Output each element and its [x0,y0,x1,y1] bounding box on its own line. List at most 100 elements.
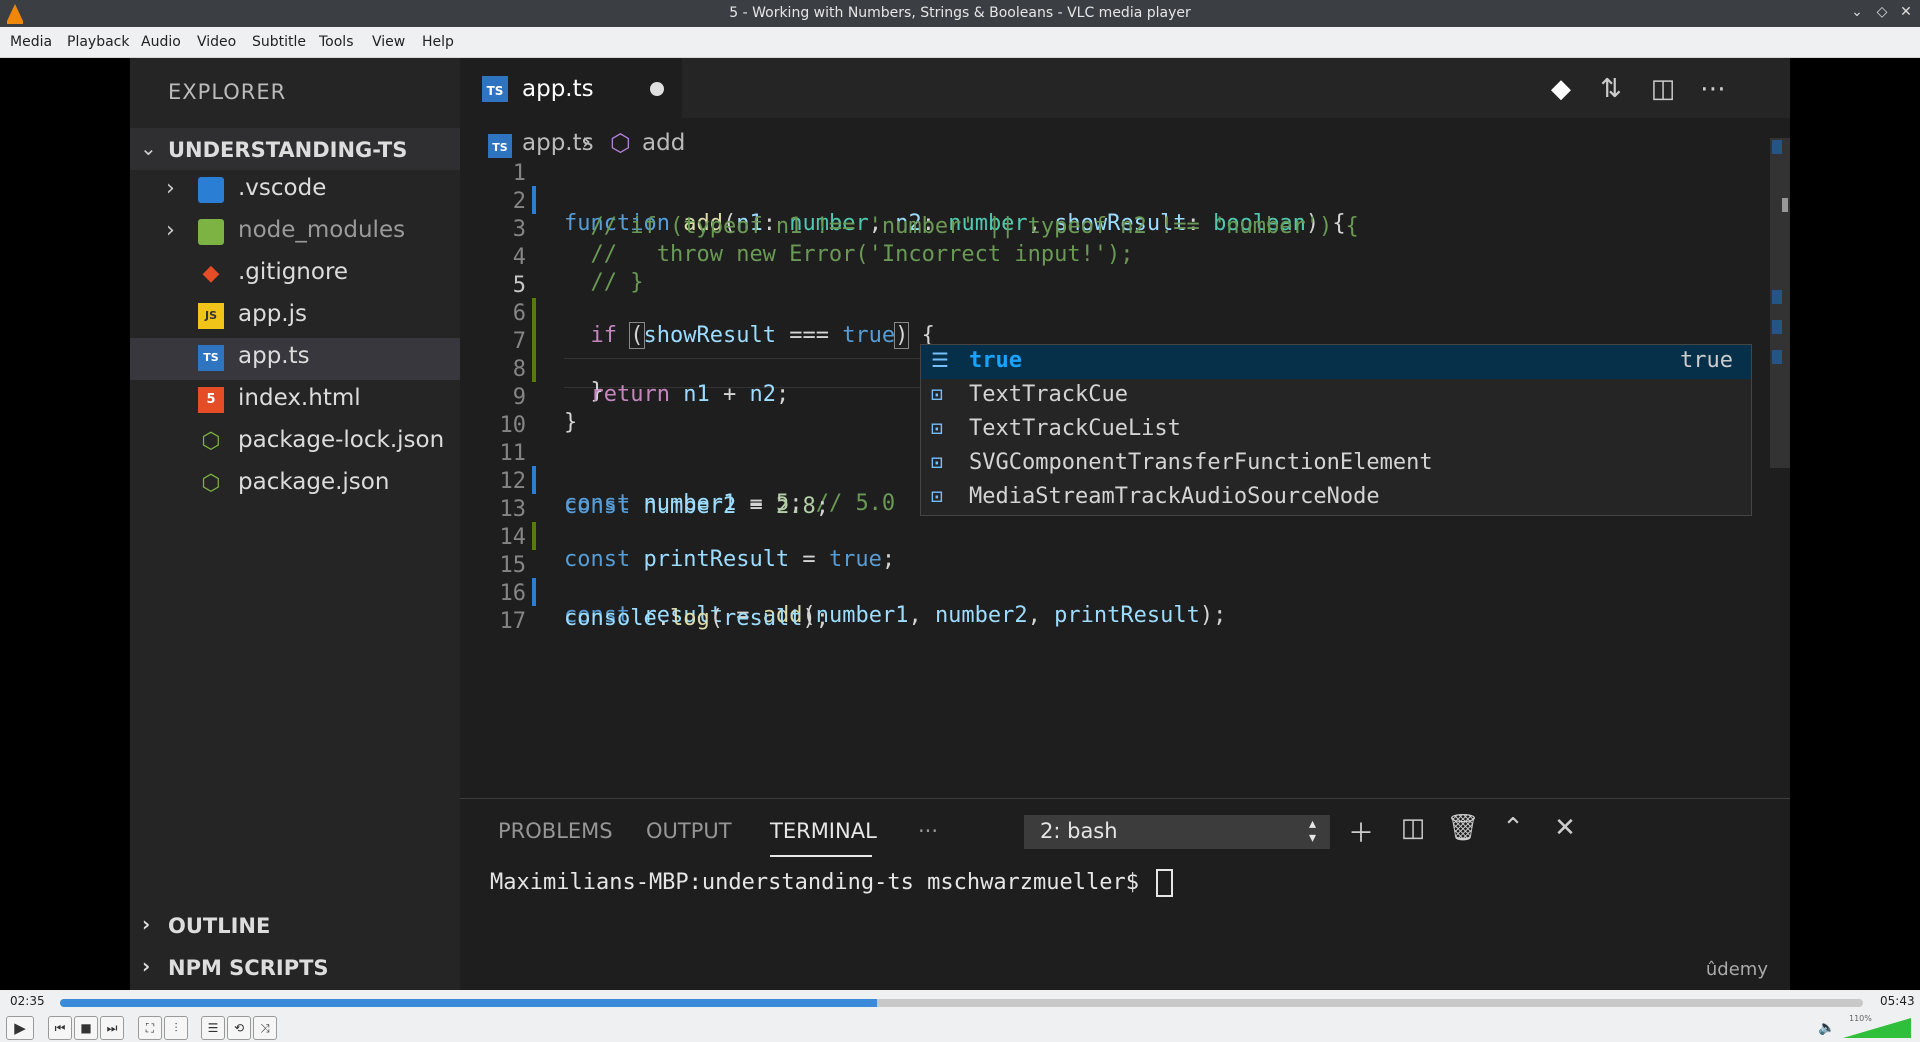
menu-audio[interactable]: Audio [141,34,181,50]
elapsed-time: 02:35 [10,994,45,1008]
suggestion-item[interactable]: ⊡ MediaStreamTrackAudioSourceNode [921,481,1751,515]
suggestion-label: TextTrackCueList [969,416,1181,441]
scrollbar-mark [1772,350,1782,364]
suggestion-item[interactable]: ⊡ TextTrackCueList [921,413,1751,447]
terminal-cursor [1156,869,1174,897]
volume-label: 110% [1849,1014,1872,1023]
suggestion-item[interactable]: ⊡ SVGComponentTransferFunctionElement [921,447,1751,481]
menu-bar: Media Playback Audio Video Subtitle Tool… [0,27,1920,58]
play-button[interactable]: ▶ [6,1016,34,1040]
tab-terminal[interactable]: TERMINAL [770,819,877,843]
file-name: index.html [238,385,361,411]
section-label: OUTLINE [168,914,271,938]
tree-item-index-html: 5 index.html [130,380,460,422]
window-titlebar: 5 - Working with Numbers, Strings & Bool… [0,0,1920,27]
more-actions-icon: ⋯ [1700,74,1726,104]
udemy-watermark: ûdemy [1705,959,1768,980]
section-outline: › OUTLINE [130,906,460,946]
section-label: NPM SCRIPTS [168,956,329,980]
compare-changes-icon: ⇅ [1600,74,1622,104]
file-name: .gitignore [238,259,349,285]
total-time: 05:43 [1880,994,1915,1008]
menu-video[interactable]: Video [197,34,236,50]
loop-button[interactable]: ⟲ [227,1016,251,1040]
menu-help[interactable]: Help [422,34,454,50]
seek-progress [60,999,877,1007]
code-line: 17 [460,584,1710,634]
active-tab-indicator [770,855,872,857]
scrollbar-mark [1782,198,1788,212]
file-name: app.js [238,301,307,327]
ts-file-icon: TS [482,76,508,102]
git-icon: ◆ [202,261,220,286]
node-json-icon: ⬡ [201,429,221,454]
fullscreen-button[interactable]: ⛶ [138,1016,162,1040]
terminal-select[interactable]: 2: bash ▴ ▾ [1024,815,1330,849]
split-editor-icon: ◫ [1650,74,1676,104]
explorer-sidebar: EXPLORER ⌄ UNDERSTANDING-TS › .vscode › … [130,58,460,990]
speaker-icon[interactable]: 🔈 [1818,1020,1835,1036]
add-terminal-icon: ＋ [1347,819,1374,849]
close-panel-icon: ✕ [1554,813,1576,843]
tab-label: app.ts [522,76,594,102]
updown-icon: ▴ ▾ [1308,816,1316,846]
menu-tools[interactable]: Tools [319,34,354,50]
playlist-button[interactable]: ☰ [201,1016,225,1040]
menu-playback[interactable]: Playback [67,34,129,50]
file-name: .vscode [238,175,327,201]
terminal-prompt: Maximilians-MBP:understanding-ts mschwar… [490,869,1174,897]
ts-file-icon: TS [198,345,224,371]
suggestion-detail: true [1680,348,1733,373]
tree-item-node-modules: › node_modules [130,212,460,254]
unsaved-dot-icon [650,82,664,96]
menu-subtitle[interactable]: Subtitle [252,34,306,50]
seek-bar[interactable] [60,999,1863,1007]
chevron-right-icon: › [142,912,151,936]
maximize-icon[interactable]: ◇ [1873,4,1891,20]
trash-icon: 🗑 [1446,813,1480,843]
chevron-right-icon: › [166,218,175,243]
menu-view[interactable]: View [372,34,405,50]
scrollbar-mark [1772,320,1782,334]
stop-button[interactable]: ■ [74,1016,98,1040]
close-icon[interactable]: ✕ [1897,4,1915,20]
tab-problems[interactable]: PROBLEMS [498,819,613,843]
tree-item-gitignore: ◆ .gitignore [130,254,460,296]
chevron-up-icon: ⌃ [1502,813,1524,843]
suggestion-label: TextTrackCue [969,382,1128,407]
code-line: 4 // } [460,220,1710,295]
video-frame[interactable]: EXPLORER ⌄ UNDERSTANDING-TS › .vscode › … [130,58,1790,990]
more-tabs-icon[interactable]: ··· [918,819,938,843]
code-line: 1 function add(n1: number, n2: number, s… [460,136,1710,236]
editor-scrollbar[interactable] [1770,138,1790,468]
minimize-icon[interactable]: ⌄ [1848,4,1866,20]
suggestion-item[interactable]: ☰ true true [921,345,1751,379]
variable-icon: ⊡ [931,382,944,406]
folder-node-icon [198,219,224,245]
keyword-icon: ☰ [931,348,949,372]
code-line: 2 // if (typeof n1 !== 'number' || typeo… [460,164,1710,239]
file-name: package.json [238,469,390,495]
extended-settings-button[interactable]: ⫶ [164,1016,188,1040]
menu-media[interactable]: Media [10,34,52,50]
project-header: ⌄ UNDERSTANDING-TS [130,128,460,170]
variable-icon: ⊡ [931,450,944,474]
project-name: UNDERSTANDING-TS [168,138,408,162]
file-name: node_modules [238,217,406,243]
file-name: package-lock.json [238,427,445,453]
tree-item-app-ts: TS app.ts [130,338,460,380]
tab-output[interactable]: OUTPUT [646,819,732,843]
previous-button[interactable]: ⏮ [48,1016,72,1040]
editor-tabbar: TS app.ts ◆ ⇅ ◫ ⋯ [460,58,1790,118]
volume-slider[interactable]: 110% [1843,1014,1911,1038]
chevron-right-icon: › [142,954,151,978]
shuffle-button[interactable]: ⤨ [253,1016,277,1040]
line-number: 17 [499,609,527,634]
suggestion-label: true [969,348,1022,373]
prompt-text: Maximilians-MBP:understanding-ts mschwar… [490,870,1153,895]
next-button[interactable]: ⏭ [100,1016,124,1040]
split-terminal-icon: ◫ [1400,813,1426,843]
terminal-panel: PROBLEMS OUTPUT TERMINAL ··· 2: bash ▴ ▾ … [460,798,1790,990]
window-title: 5 - Working with Numbers, Strings & Bool… [729,5,1191,21]
suggestion-item[interactable]: ⊡ TextTrackCue [921,379,1751,413]
